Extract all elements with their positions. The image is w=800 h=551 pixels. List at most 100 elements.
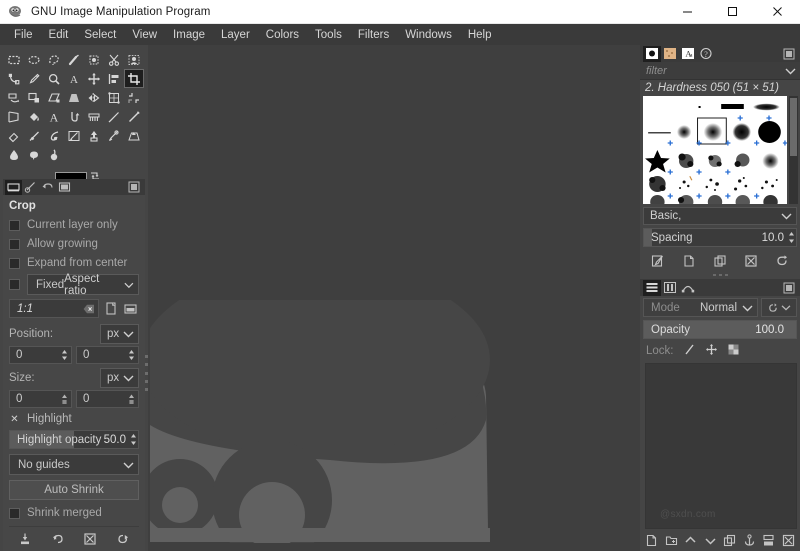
highlight-row[interactable]: ✕ Highlight [9, 410, 139, 428]
document-history-tab[interactable]: ? [697, 46, 715, 62]
undo-history-tab[interactable] [39, 180, 56, 195]
bucket-fill-tool[interactable] [24, 107, 44, 126]
paintbrush-tool[interactable] [104, 107, 124, 126]
measure-tool[interactable]: A [64, 69, 84, 88]
new-brush-icon[interactable] [679, 252, 699, 270]
brush-filter-input[interactable]: filter [640, 62, 800, 80]
pencil-tool[interactable] [84, 107, 104, 126]
aspect-ratio-input[interactable]: 1:1 [9, 299, 99, 318]
delete-layer-icon[interactable] [779, 531, 797, 549]
close-icon[interactable] [755, 0, 800, 23]
menu-layer[interactable]: Layer [213, 27, 258, 43]
layer-opacity-slider[interactable]: Opacity 100.0 [643, 320, 797, 339]
size-width-stepper[interactable] [60, 392, 69, 406]
brush-grid[interactable] [643, 96, 787, 204]
shrink-merged-checkbox[interactable] [9, 507, 20, 519]
position-x-input[interactable]: 0 [9, 346, 72, 364]
cage-transform-tool[interactable] [104, 88, 124, 107]
foreground-select-tool[interactable] [124, 50, 144, 69]
menu-filters[interactable]: Filters [350, 27, 397, 43]
layer-list[interactable]: @sxdn.com [645, 363, 797, 529]
crop-tool[interactable] [124, 69, 144, 88]
menu-select[interactable]: Select [76, 27, 124, 43]
anchor-layer-icon[interactable] [740, 531, 758, 549]
expand-from-center-checkbox[interactable] [9, 257, 20, 269]
reset-tool-options-icon[interactable] [113, 529, 133, 549]
menu-file[interactable]: File [6, 27, 41, 43]
current-layer-only-checkbox[interactable] [9, 219, 20, 231]
lower-layer-icon[interactable] [701, 531, 719, 549]
brush-grid-scrollbar[interactable] [789, 96, 798, 204]
restore-tool-preset-icon[interactable] [48, 529, 68, 549]
raise-layer-icon[interactable] [682, 531, 700, 549]
size-height-stepper[interactable] [127, 392, 136, 406]
heal-tool[interactable] [104, 126, 124, 145]
portrait-orientation-icon[interactable] [102, 299, 119, 318]
refresh-brushes-icon[interactable] [772, 252, 792, 270]
new-layer-icon[interactable] [643, 531, 661, 549]
landscape-orientation-icon[interactable] [122, 299, 139, 318]
blur-sharpen-tool[interactable] [4, 145, 24, 164]
guides-dropdown[interactable]: No guides [9, 454, 139, 475]
move-tool[interactable] [84, 69, 104, 88]
patterns-tab[interactable] [661, 46, 679, 62]
size-width-input[interactable]: 0 [9, 390, 72, 408]
text-tool[interactable]: A [44, 107, 64, 126]
aspect-ratio-dropdown[interactable]: Fixed Aspect ratio [27, 273, 139, 297]
duplicate-brush-icon[interactable] [710, 252, 730, 270]
clone-tool[interactable] [84, 126, 104, 145]
current-layer-only-row[interactable]: Current layer only [9, 216, 139, 234]
channels-tab[interactable] [661, 280, 679, 296]
dodge-burn-tool[interactable] [44, 145, 64, 164]
rect-select-tool[interactable] [4, 50, 24, 69]
smudge-tool[interactable] [24, 145, 44, 164]
fixed-checkbox[interactable] [9, 279, 20, 290]
ink-tool[interactable] [44, 126, 64, 145]
merge-down-icon[interactable] [760, 531, 778, 549]
shrink-merged-row[interactable]: Shrink merged [9, 504, 139, 522]
warp-transform-tool[interactable] [124, 88, 144, 107]
highlight-checkbox[interactable]: ✕ [9, 414, 20, 425]
allow-growing-checkbox[interactable] [9, 238, 20, 250]
expand-from-center-row[interactable]: Expand from center [9, 254, 139, 272]
paths-tool[interactable] [4, 69, 24, 88]
lock-alpha-icon[interactable] [727, 343, 740, 359]
menu-colors[interactable]: Colors [258, 27, 307, 43]
canvas-area[interactable] [148, 45, 640, 551]
gradient-tool[interactable] [64, 107, 84, 126]
new-layer-group-icon[interactable] [662, 531, 680, 549]
save-tool-preset-icon[interactable] [15, 529, 35, 549]
free-select-tool[interactable] [44, 50, 64, 69]
spacing-slider[interactable]: Spacing 10.0 [643, 228, 797, 247]
scale-tool[interactable] [24, 88, 44, 107]
panel-menu-icon[interactable] [782, 47, 796, 61]
select-by-color-tool[interactable] [84, 50, 104, 69]
menu-edit[interactable]: Edit [41, 27, 77, 43]
device-status-tab[interactable] [22, 180, 39, 195]
fonts-tab[interactable]: Aa [679, 46, 697, 62]
airbrush-tool[interactable] [24, 126, 44, 145]
highlight-opacity-slider[interactable]: Highlight opacity 50.0 [9, 430, 139, 449]
dock-separator[interactable] [640, 271, 800, 279]
auto-shrink-button[interactable]: Auto Shrink [9, 480, 139, 500]
tool-options-tab[interactable] [5, 179, 22, 195]
menu-image[interactable]: Image [165, 27, 213, 43]
brushes-tab[interactable] [643, 45, 661, 62]
ellipse-select-tool[interactable] [24, 50, 44, 69]
menu-windows[interactable]: Windows [397, 27, 460, 43]
brush-tag-dropdown[interactable]: Basic, [643, 207, 797, 225]
duplicate-layer-icon[interactable] [721, 531, 739, 549]
unified-transform-tool[interactable] [4, 107, 24, 126]
maximize-icon[interactable] [710, 0, 755, 23]
layer-mode-reset-button[interactable] [761, 298, 797, 317]
delete-brush-icon[interactable] [741, 252, 761, 270]
eraser-alt-tool[interactable] [4, 126, 24, 145]
size-height-input[interactable]: 0 [76, 390, 139, 408]
position-y-input[interactable]: 0 [76, 346, 139, 364]
position-unit-dropdown[interactable]: px [100, 324, 139, 344]
layer-mode-dropdown[interactable]: Mode Normal [643, 298, 758, 317]
flip-tool[interactable] [84, 88, 104, 107]
minimize-icon[interactable] [665, 0, 710, 23]
eraser-tool[interactable] [124, 107, 144, 126]
lock-position-icon[interactable] [705, 343, 718, 359]
